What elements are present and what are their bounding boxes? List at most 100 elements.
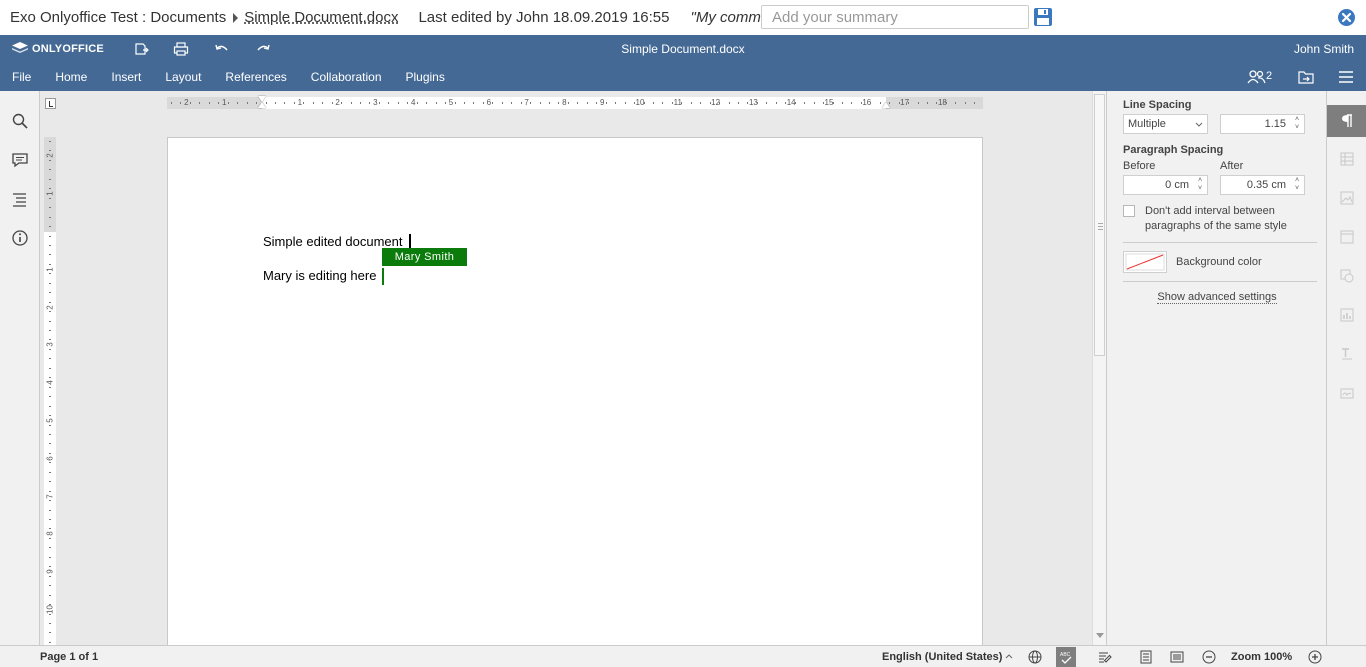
open-file-location-icon[interactable] [1298, 69, 1314, 85]
chart-settings-tab[interactable] [1327, 300, 1366, 332]
ruler-tick [794, 102, 796, 104]
spacing-after-input[interactable]: 0.35 cm ˄ ˅ [1220, 175, 1305, 195]
ruler-number: 3 [373, 98, 378, 107]
table-settings-tab[interactable] [1327, 144, 1366, 176]
tab-plugins[interactable]: Plugins [394, 69, 457, 85]
line-spacing-mode-select[interactable]: Multiple [1123, 114, 1208, 134]
close-circle-icon[interactable] [1338, 9, 1355, 26]
background-color-label: Background color [1176, 256, 1262, 268]
ruler-tick [520, 102, 522, 104]
floppy-disk-icon[interactable] [1033, 7, 1053, 27]
ruler-tick [284, 102, 286, 104]
tab-references[interactable]: References [213, 69, 298, 85]
ruler-tick [360, 102, 361, 104]
ruler-tick [690, 102, 692, 104]
no-interval-label-line2[interactable]: paragraphs of the same style [1145, 220, 1287, 232]
scroll-down-arrow-icon[interactable] [1096, 633, 1104, 638]
zoom-out-icon[interactable] [1202, 650, 1216, 664]
breadcrumb-documents[interactable]: Exo Onlyoffice Test : Documents [10, 9, 226, 26]
tab-insert[interactable]: Insert [99, 69, 153, 85]
ruler-tick [49, 273, 51, 275]
scrollbar-thumb[interactable] [1094, 94, 1105, 356]
fit-page-icon[interactable] [1139, 650, 1153, 664]
ruler-tick [49, 604, 51, 606]
track-changes-icon[interactable] [1098, 650, 1112, 664]
signature-icon [1340, 388, 1354, 399]
ruler-number: 8 [562, 98, 567, 107]
search-icon[interactable] [11, 112, 29, 130]
spinner-arrows-icon[interactable]: ˄ ˅ [1293, 177, 1301, 193]
horizontal-ruler[interactable]: 2 1 1 2 3 4 5 6 7 8 9 10 11 12 13 14 15 16 17 18 [167, 96, 983, 109]
page-counter[interactable]: Page 1 of 1 [40, 651, 98, 663]
ruler-tick [898, 102, 900, 104]
ruler-tick [936, 102, 938, 104]
show-advanced-settings-link[interactable]: Show advanced settings [1107, 291, 1327, 304]
no-interval-label-line1[interactable]: Don't add interval between [1145, 205, 1275, 217]
tab-stop-selector[interactable] [45, 98, 56, 109]
ruler-tick [49, 282, 51, 284]
ruler-tick [832, 102, 834, 104]
vertical-ruler[interactable]: 2 1 1 2 3 4 5 6 7 8 9 10 [44, 137, 56, 645]
tab-home[interactable]: Home [43, 69, 99, 85]
ruler-tick [482, 102, 484, 104]
header-footer-settings-tab[interactable] [1327, 222, 1366, 254]
divider [1123, 281, 1317, 282]
ruler-tick [511, 102, 513, 104]
ruler-tick [49, 641, 51, 643]
breadcrumb-document-name[interactable]: Simple Document.docx [244, 9, 398, 26]
ruler-tick [171, 102, 172, 104]
ruler-tick [738, 102, 739, 104]
text-art-settings-tab[interactable] [1327, 339, 1366, 371]
about-info-icon[interactable] [11, 229, 29, 247]
language-selector[interactable]: English (United States) [882, 651, 1002, 663]
signature-settings-tab[interactable] [1327, 378, 1366, 410]
advanced-settings-text[interactable]: Show advanced settings [1157, 291, 1277, 304]
ruler-tick [549, 102, 550, 104]
hamburger-menu-icon[interactable] [1338, 69, 1354, 85]
ruler-tick [49, 197, 51, 199]
document-page[interactable]: Simple edited document Mary Smith Mary i… [167, 137, 983, 645]
ruler-tick [49, 301, 51, 303]
tab-file[interactable]: File [0, 69, 43, 85]
ruler-tick [49, 330, 51, 331]
spinner-arrows-icon[interactable]: ˄ ˅ [1196, 177, 1204, 193]
left-indent-marker[interactable] [258, 102, 266, 108]
ruler-tick [49, 178, 51, 180]
tab-layout[interactable]: Layout [153, 69, 213, 85]
ruler-tick [199, 102, 201, 104]
paragraph-settings-tab[interactable] [1327, 105, 1366, 137]
paragraph-2[interactable]: Mary is editing here [263, 268, 376, 283]
coauthors-count: 2 [1266, 70, 1273, 82]
spell-check-button[interactable]: ABC [1056, 647, 1076, 667]
fit-width-icon[interactable] [1170, 650, 1184, 664]
ruler-tick [615, 102, 617, 104]
tab-collaboration[interactable]: Collaboration [299, 69, 394, 85]
navigation-icon[interactable] [11, 190, 29, 208]
right-indent-marker[interactable] [882, 102, 890, 108]
background-color-picker[interactable] [1123, 251, 1167, 273]
ruler-tick [823, 102, 825, 104]
ruler-tick [49, 424, 51, 426]
globe-icon[interactable] [1028, 650, 1042, 664]
ruler-tick [49, 367, 51, 369]
ruler-tick [293, 102, 295, 104]
ruler-tick [652, 102, 654, 104]
ruler-tick [49, 254, 51, 256]
image-settings-tab[interactable] [1327, 183, 1366, 215]
chevron-up-icon[interactable] [1005, 650, 1013, 664]
shape-settings-tab[interactable] [1327, 261, 1366, 293]
paragraph-1[interactable]: Simple edited document [263, 234, 402, 249]
spinner-arrows-icon[interactable]: ˄ ˅ [1293, 116, 1301, 132]
ruler-tick [369, 102, 371, 104]
zoom-in-icon[interactable] [1308, 650, 1322, 664]
vertical-scrollbar[interactable] [1092, 91, 1106, 645]
summary-input[interactable] [761, 5, 1029, 29]
no-interval-same-style-checkbox[interactable] [1123, 205, 1135, 217]
ruler-tick [49, 358, 51, 360]
line-spacing-value-input[interactable]: 1.15 ˄ ˅ [1220, 114, 1305, 134]
coauthors-icon[interactable] [1247, 69, 1267, 85]
comments-icon[interactable] [11, 151, 29, 169]
ruler-tick [473, 102, 475, 104]
spacing-before-input[interactable]: 0 cm ˄ ˅ [1123, 175, 1208, 195]
ruler-tick [49, 169, 51, 171]
